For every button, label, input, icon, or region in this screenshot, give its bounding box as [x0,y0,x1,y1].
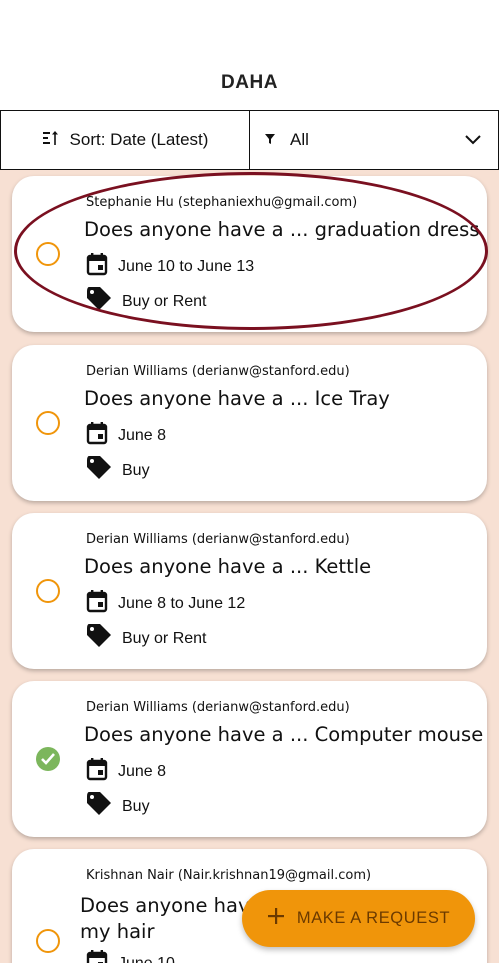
sort-label: Sort: Date (Latest) [69,130,209,149]
request-title: Does anyone have a ... Computer mouse [84,723,484,746]
make-request-label: MAKE A REQUEST [296,909,451,927]
make-request-button[interactable]: MAKE A REQUEST [242,890,475,947]
sort-button[interactable]: Sort: Date (Latest) [0,110,250,170]
toolbar: Sort: Date (Latest) All [0,110,499,170]
plus-icon [267,907,285,930]
poster-name: Derian Williams (derianw@stanford.edu) [86,700,350,715]
calendar-icon [86,252,108,281]
request-type: Buy [122,461,150,479]
status-circle-icon[interactable] [36,411,60,435]
calendar-icon [86,757,108,786]
filter-dropdown[interactable]: All [250,110,499,170]
request-date: June 8 [118,762,167,780]
request-date: June 8 [118,426,167,444]
request-date: June 10 [118,954,175,963]
sort-icon [42,130,60,151]
request-date: June 10 to June 13 [118,257,255,275]
filter-icon [264,130,276,150]
request-type: Buy or Rent [122,629,207,647]
check-circle-icon[interactable] [36,747,60,771]
request-type: Buy [122,797,150,815]
tag-icon [86,791,112,821]
request-title: Does anyone have a ... Ice Tray [84,387,390,410]
request-date: June 8 to June 12 [118,594,246,612]
request-title: Does anyone have a ... Kettle [84,555,372,578]
tag-icon [86,623,112,653]
request-card[interactable]: Derian Williams (derianw@stanford.edu) D… [12,681,487,837]
status-circle-icon[interactable] [36,929,60,953]
tag-icon [86,286,112,316]
poster-name: Derian Williams (derianw@stanford.edu) [86,532,350,547]
app-header: DAHA [0,0,499,110]
request-card[interactable]: Derian Williams (derianw@stanford.edu) D… [12,345,487,501]
request-card[interactable]: Derian Williams (derianw@stanford.edu) D… [12,513,487,669]
request-title: Does anyone have a ... graduation dress [84,218,480,241]
calendar-icon [86,589,108,618]
filter-value: All [290,130,309,149]
poster-name: Derian Williams (derianw@stanford.edu) [86,364,350,379]
poster-name: Krishnan Nair (Nair.krishnan19@gmail.com… [86,868,372,883]
status-circle-icon[interactable] [36,242,60,266]
status-circle-icon[interactable] [36,579,60,603]
chevron-down-icon [464,131,482,151]
request-card[interactable]: Stephanie Hu (stephaniexhu@gmail.com) Do… [12,176,487,332]
calendar-icon [86,949,108,963]
poster-name: Stephanie Hu (stephaniexhu@gmail.com) [86,195,358,210]
app-title: DAHA [221,72,278,93]
request-type: Buy or Rent [122,292,207,310]
tag-icon [86,455,112,485]
calendar-icon [86,421,108,450]
